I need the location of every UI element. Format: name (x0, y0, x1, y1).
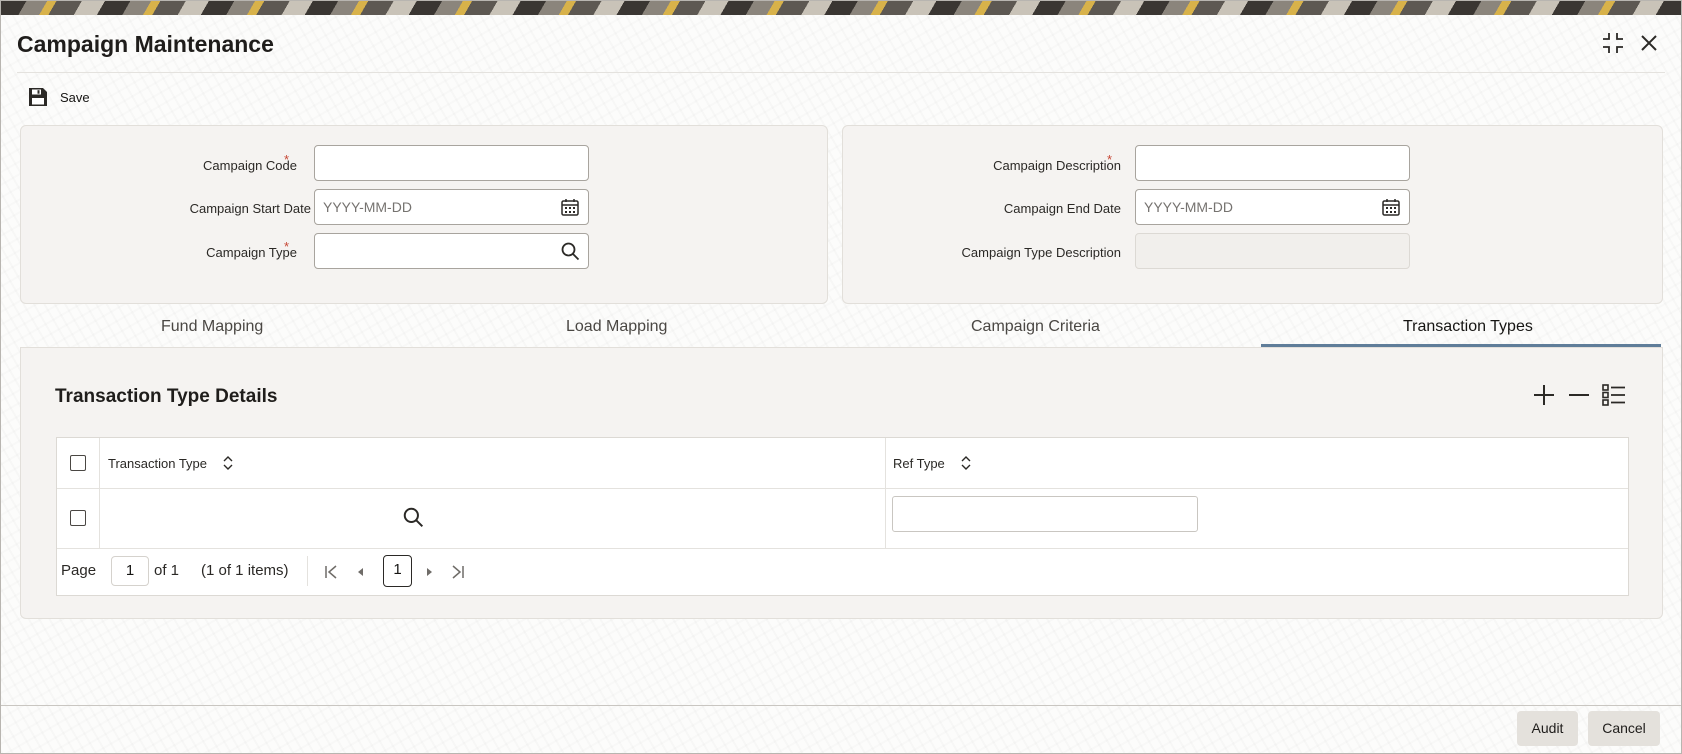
transaction-type-table: Transaction Type Ref Type Page 1 of 1 (1… (56, 437, 1629, 596)
page-title: Campaign Maintenance (17, 31, 274, 57)
sort-icon[interactable] (960, 455, 972, 471)
save-label: Save (60, 89, 90, 105)
ref-type-input[interactable] (892, 496, 1198, 532)
next-page-icon[interactable] (421, 564, 437, 580)
tab-campaign-criteria[interactable]: Campaign Criteria (971, 318, 1100, 336)
tab-transaction-types[interactable]: Transaction Types (1403, 318, 1533, 336)
current-page-button[interactable]: 1 (383, 555, 412, 587)
select-all-checkbox[interactable] (70, 455, 86, 471)
form-panel-right: Campaign Description * Campaign End Date… (842, 125, 1663, 304)
campaign-end-date-label: Campaign End Date (1003, 201, 1121, 216)
campaign-maintenance-window: Campaign Maintenance Save Campaign Code … (0, 0, 1682, 754)
pager-divider (307, 556, 308, 586)
pager-of-label: of 1 (154, 562, 180, 579)
campaign-type-description-label: Campaign Type Description (961, 245, 1121, 260)
save-icon (29, 88, 47, 106)
header-divider (17, 72, 1665, 73)
sort-icon[interactable] (222, 455, 234, 471)
required-indicator: * (284, 239, 290, 254)
header-divider (57, 488, 1628, 489)
audit-button[interactable]: Audit (1517, 711, 1578, 746)
footer-divider (1, 705, 1681, 706)
column-header-transaction-type[interactable]: Transaction Type (108, 456, 207, 471)
pager-page-label: Page (61, 562, 97, 579)
calendar-icon[interactable] (1381, 197, 1401, 217)
campaign-type-description-input (1135, 233, 1410, 269)
cancel-button[interactable]: Cancel (1588, 711, 1660, 746)
section-title: Transaction Type Details (55, 386, 278, 407)
tab-fund-mapping[interactable]: Fund Mapping (161, 318, 263, 336)
column-divider (99, 438, 100, 548)
required-indicator: * (284, 152, 290, 167)
campaign-start-date-label: Campaign Start Date (189, 201, 311, 216)
save-button[interactable]: Save (28, 87, 90, 107)
column-header-ref-type[interactable]: Ref Type (893, 456, 945, 471)
last-page-icon[interactable] (450, 564, 466, 580)
required-indicator: * (1107, 152, 1113, 167)
close-icon[interactable] (1637, 31, 1661, 55)
remove-icon[interactable] (1566, 382, 1592, 408)
header-banner (1, 1, 1681, 15)
prev-page-icon[interactable] (353, 564, 369, 580)
form-panel-left: Campaign Code * Campaign Start Date YYYY… (20, 125, 828, 304)
campaign-code-input[interactable] (314, 145, 589, 181)
campaign-end-date-placeholder: YYYY-MM-DD (1144, 199, 1233, 215)
row-divider (57, 548, 1628, 549)
search-icon[interactable] (560, 241, 580, 261)
campaign-start-date-placeholder: YYYY-MM-DD (323, 199, 412, 215)
campaign-code-label: Campaign Code (203, 158, 297, 173)
pager-items-label: (1 of 1 items) (201, 562, 289, 579)
calendar-icon[interactable] (560, 197, 580, 217)
campaign-description-label: Campaign Description (993, 158, 1121, 173)
transaction-types-panel: Transaction Type Details Transaction Typ… (20, 347, 1663, 619)
column-divider (885, 438, 886, 548)
campaign-start-date-input[interactable]: YYYY-MM-DD (314, 189, 589, 225)
campaign-end-date-input[interactable]: YYYY-MM-DD (1135, 189, 1410, 225)
campaign-type-input[interactable] (314, 233, 589, 269)
page-number-input[interactable]: 1 (111, 556, 149, 586)
row-checkbox[interactable] (70, 510, 86, 526)
first-page-icon[interactable] (323, 564, 339, 580)
add-icon[interactable] (1531, 382, 1557, 408)
tab-load-mapping[interactable]: Load Mapping (566, 318, 667, 336)
list-view-icon[interactable] (1601, 382, 1627, 408)
search-icon[interactable] (402, 506, 424, 528)
maximize-icon[interactable] (1601, 31, 1625, 55)
campaign-description-input[interactable] (1135, 145, 1410, 181)
